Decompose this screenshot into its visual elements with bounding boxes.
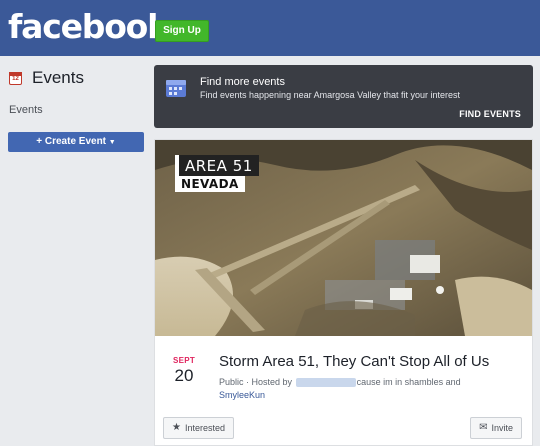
event-month: SEPT	[172, 356, 196, 365]
event-card: AREA 51 NEVADA SEPT 20 Storm Area 51, Th…	[154, 139, 533, 446]
top-bar: facebook Sign Up	[0, 0, 540, 56]
create-event-button[interactable]: + Create Event ▼	[8, 132, 144, 152]
event-day: 20	[174, 366, 194, 385]
calendar-icon-day: 12	[12, 75, 19, 82]
plus-icon: +	[36, 136, 43, 147]
caret-down-icon: ▼	[108, 139, 116, 146]
star-icon: ★	[172, 422, 181, 433]
blurred-host-name	[295, 378, 356, 388]
invite-label: Invite	[491, 423, 513, 433]
event-title[interactable]: Storm Area 51, They Can't Stop All of Us	[219, 353, 489, 370]
interested-label: Interested	[184, 423, 225, 433]
event-meta: Public · Hosted by cause im in shambles …	[219, 376, 519, 402]
find-events-link[interactable]: FIND EVENTS	[459, 109, 521, 119]
find-events-banner: Find more events Find events happening n…	[154, 65, 533, 128]
find-events-title: Find more events	[200, 76, 285, 88]
event-cover-photo[interactable]: AREA 51 NEVADA	[155, 140, 532, 336]
event-date: SEPT 20	[169, 356, 199, 386]
sidebar-title: Events	[32, 68, 84, 87]
event-visibility-host: Public · Hosted by	[219, 377, 293, 387]
facebook-logo[interactable]: facebook	[8, 7, 169, 47]
envelope-icon: ✉	[479, 422, 488, 433]
create-event-label: Create Event	[44, 136, 107, 147]
event-host-1[interactable]: cause im in shambles and	[357, 377, 461, 387]
event-host-2[interactable]: SmyleeKun	[219, 390, 265, 400]
sidebar-sub-events[interactable]: Events	[9, 104, 43, 116]
image-caption-area51: AREA 51	[175, 155, 259, 176]
signup-button[interactable]: Sign Up	[155, 20, 209, 42]
image-caption-nevada: NEVADA	[175, 176, 245, 192]
calendar-icon: 12	[9, 71, 22, 85]
sidebar-events-item[interactable]: 12 Events	[9, 68, 84, 88]
interested-button[interactable]: ★ Interested	[163, 417, 234, 439]
invite-button[interactable]: ✉ Invite	[470, 417, 522, 439]
calendar-search-icon	[166, 80, 186, 97]
find-events-description: Find events happening near Amargosa Vall…	[200, 90, 460, 100]
